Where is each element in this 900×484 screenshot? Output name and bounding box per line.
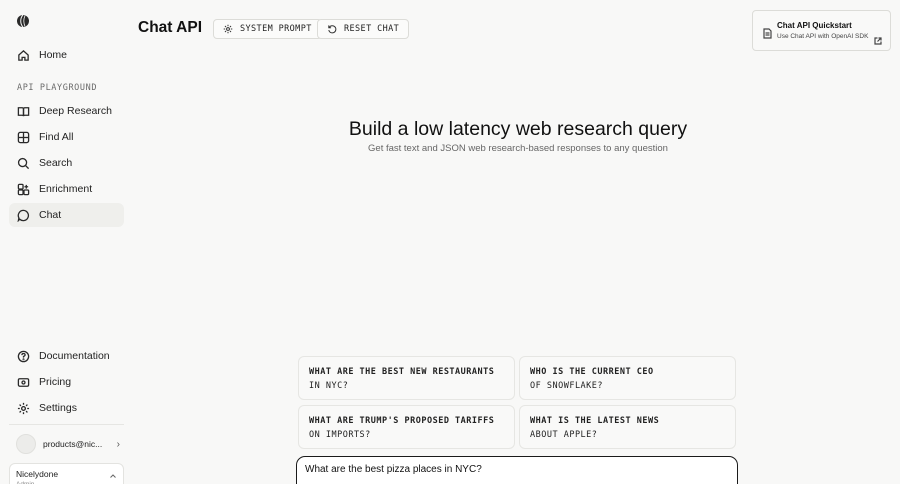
chat-input-box[interactable] xyxy=(296,456,738,484)
document-icon xyxy=(763,26,772,39)
search-icon xyxy=(17,157,30,170)
sidebar-item-home[interactable]: Home xyxy=(9,43,124,67)
quickstart-title: Chat API Quickstart xyxy=(777,21,852,30)
user-email: products@nic... xyxy=(43,439,103,449)
sidebar-item-documentation[interactable]: Documentation xyxy=(9,344,124,368)
sidebar-item-search[interactable]: Search xyxy=(9,151,124,175)
avatar xyxy=(16,434,36,454)
suggestion-card[interactable]: WHAT ARE TRUMP'S PROPOSED TARIFFS ON IMP… xyxy=(298,405,515,449)
sidebar-item-label: Pricing xyxy=(39,376,72,388)
chevron-right-icon: › xyxy=(116,438,120,450)
suggestion-line-1: WHAT IS THE LATEST NEWS xyxy=(530,416,660,426)
sidebar-item-label: Enrichment xyxy=(39,183,93,195)
reset-chat-button[interactable]: RESET CHAT xyxy=(317,19,410,39)
system-prompt-button[interactable]: SYSTEM PROMPT xyxy=(213,19,322,39)
sidebar-item-label: Settings xyxy=(39,402,77,414)
sidebar-item-find-all[interactable]: Find All xyxy=(9,125,124,149)
sidebar-item-settings[interactable]: Settings xyxy=(9,396,124,420)
help-circle-icon xyxy=(17,350,30,363)
suggestion-line-1: WHO IS THE CURRENT CEO xyxy=(530,367,654,377)
user-menu[interactable]: products@nic... › xyxy=(16,434,120,454)
page-title: Chat API xyxy=(138,19,203,36)
suggestion-card[interactable]: WHO IS THE CURRENT CEO OF SNOWFLAKE? xyxy=(519,356,736,400)
suggestion-line-2: OF SNOWFLAKE? xyxy=(530,381,604,391)
home-icon xyxy=(17,49,30,62)
credit-card-icon xyxy=(17,376,30,389)
sidebar-item-label: Chat xyxy=(39,209,62,221)
sphere-logo-icon[interactable] xyxy=(16,14,30,28)
suggestion-line-2: ON IMPORTS? xyxy=(309,430,371,440)
org-switcher[interactable]: Nicelydone Admin xyxy=(9,463,124,484)
sidebar-item-chat[interactable]: Chat xyxy=(9,203,124,227)
suggestion-line-1: WHAT ARE TRUMP'S PROPOSED TARIFFS xyxy=(309,416,495,426)
quickstart-subtitle: Use Chat API with OpenAI SDK xyxy=(777,33,869,40)
quickstart-card[interactable]: Chat API Quickstart Use Chat API with Op… xyxy=(752,10,891,51)
external-link-icon xyxy=(874,32,882,45)
hero-title: Build a low latency web research query xyxy=(348,118,688,140)
sidebar-item-pricing[interactable]: Pricing xyxy=(9,370,124,394)
gear-icon xyxy=(223,24,233,34)
gear-icon xyxy=(17,402,30,415)
chevron-up-icon xyxy=(109,472,117,482)
chat-bubble-icon xyxy=(17,209,30,222)
section-label-api-playground: API PLAYGROUND xyxy=(17,83,98,93)
sidebar-item-label: Find All xyxy=(39,131,74,143)
suggestion-card[interactable]: WHAT ARE THE BEST NEW RESTAURANTS IN NYC… xyxy=(298,356,515,400)
suggestion-line-2: ABOUT APPLE? xyxy=(530,430,598,440)
sidebar: Home API PLAYGROUND Deep Research Find A… xyxy=(0,0,132,484)
reset-icon xyxy=(327,24,337,34)
book-open-icon xyxy=(17,105,30,118)
chat-input[interactable] xyxy=(305,464,725,475)
suggestion-line-1: WHAT ARE THE BEST NEW RESTAURANTS xyxy=(309,367,495,377)
reset-chat-label: RESET CHAT xyxy=(344,24,400,34)
hero-subtitle: Get fast text and JSON web research-base… xyxy=(368,143,668,154)
enrichment-icon xyxy=(17,183,30,196)
sidebar-item-label: Home xyxy=(39,49,68,61)
sidebar-item-label: Search xyxy=(39,157,73,169)
suggestion-card[interactable]: WHAT IS THE LATEST NEWS ABOUT APPLE? xyxy=(519,405,736,449)
suggestion-line-2: IN NYC? xyxy=(309,381,349,391)
sidebar-item-enrichment[interactable]: Enrichment xyxy=(9,177,124,201)
sidebar-item-deep-research[interactable]: Deep Research xyxy=(9,99,124,123)
sidebar-divider xyxy=(9,424,124,425)
sidebar-item-label: Documentation xyxy=(39,350,110,362)
system-prompt-label: SYSTEM PROMPT xyxy=(240,24,312,34)
sidebar-item-label: Deep Research xyxy=(39,105,112,117)
org-name: Nicelydone xyxy=(16,469,59,479)
table-grid-icon xyxy=(17,131,30,144)
